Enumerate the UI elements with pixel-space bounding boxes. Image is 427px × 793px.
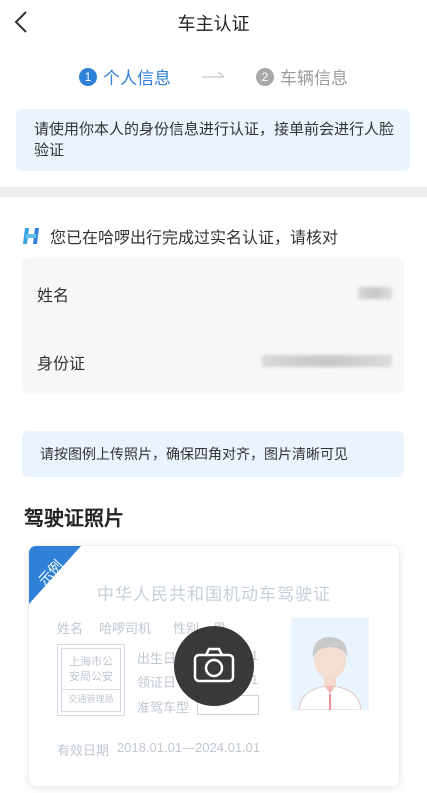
name-label: 姓名 [37, 288, 70, 305]
step-indicator: 1 个人信息 2 车辆信息 [0, 64, 427, 88]
person-avatar-icon [291, 618, 369, 710]
navbar: 车主认证 [0, 0, 427, 44]
license-issue-label: 领证日 [137, 675, 177, 690]
license-name-value: 哈啰司机 [99, 621, 152, 636]
license-valid-value: 2018.01.01—2024.01.01 [117, 740, 261, 755]
license-valid-label: 有效日期 [57, 743, 110, 758]
id-row: 身份证 [22, 326, 404, 394]
id-value-blurred [262, 355, 392, 367]
step-number: 1 [79, 67, 97, 86]
license-stamp: 上海市公 安局公安 交通管理局 [57, 644, 125, 716]
stamp-line1: 上海市公 [69, 656, 113, 668]
page-title: 车主认证 [177, 14, 250, 34]
step-personal-info: 1 个人信息 [79, 64, 171, 89]
step-label: 车辆信息 [280, 69, 348, 88]
camera-upload-button[interactable] [174, 626, 254, 706]
step-vehicle-info: 2 车辆信息 [256, 64, 348, 89]
upload-notice: 请按图例上传照片，确保四角对齐，图片清晰可见 [22, 431, 404, 477]
name-row: 姓名 [22, 258, 404, 326]
license-class-label: 准驾车型 [137, 700, 190, 715]
stamp-line2: 安局公安 [69, 671, 113, 683]
step-label: 个人信息 [103, 69, 171, 88]
identity-info-card: 姓名 身份证 [22, 258, 404, 394]
hellobike-h-icon [23, 228, 39, 244]
identity-notice: 请使用你本人的身份信息进行认证，接单前会进行人脸验证 [16, 109, 410, 171]
license-name-label: 姓名 [57, 621, 84, 636]
verified-text: 您已在哈啰出行完成过实名认证，请核对 [50, 230, 339, 247]
verified-hint: 您已在哈啰出行完成过实名认证，请核对 [22, 224, 338, 248]
step-arrow-icon [202, 71, 225, 78]
name-value-blurred [358, 287, 392, 299]
camera-icon [193, 647, 235, 683]
license-title: 中华人民共和国机动车驾驶证 [97, 585, 331, 604]
id-label: 身份证 [37, 356, 86, 373]
section-divider [0, 187, 427, 197]
license-birth-label: 出生日 [137, 651, 177, 666]
stamp-line3: 交通管理局 [62, 689, 120, 707]
section-title: 驾驶证照片 [24, 508, 124, 530]
step-number: 2 [256, 67, 274, 86]
license-photo [291, 618, 369, 710]
